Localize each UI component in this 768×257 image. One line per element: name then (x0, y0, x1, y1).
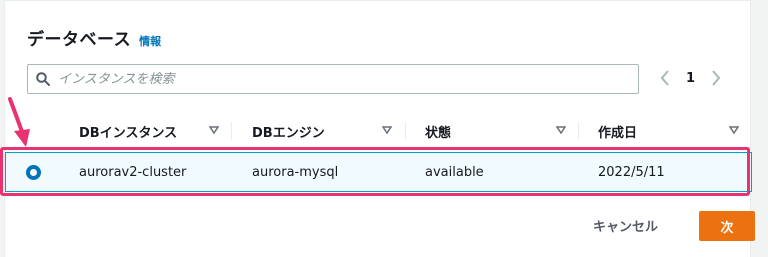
search-box[interactable] (27, 64, 639, 94)
sort-caret-icon[interactable] (209, 125, 219, 135)
table-row[interactable]: aurorav2-cluster aurora-mysql available … (5, 152, 752, 192)
column-divider (405, 122, 406, 140)
panel-header: データベース 情報 (27, 25, 161, 50)
database-panel: データベース 情報 1 DBインスタンス DBエンジン (4, 0, 755, 257)
column-header-status[interactable]: 状態 (425, 114, 566, 148)
column-header-db-instance[interactable]: DBインスタンス (79, 114, 219, 148)
row-radio-button[interactable] (26, 165, 41, 180)
cancel-button[interactable]: キャンセル (593, 216, 658, 235)
pagination: 1 (660, 70, 721, 86)
column-divider (231, 122, 232, 140)
column-label: DBインスタンス (79, 125, 178, 141)
sort-caret-icon[interactable] (382, 125, 392, 135)
annotation-arrow-icon (8, 97, 30, 147)
column-header-db-engine[interactable]: DBエンジン (252, 114, 392, 148)
next-button[interactable]: 次 (699, 211, 755, 241)
column-label: 状態 (425, 125, 452, 141)
sort-caret-icon[interactable] (729, 125, 739, 135)
info-link[interactable]: 情報 (139, 33, 161, 49)
sort-caret-icon[interactable] (556, 125, 566, 135)
cell-db-instance[interactable]: aurorav2-cluster (79, 153, 186, 191)
chevron-left-icon[interactable] (660, 70, 670, 86)
panel-divider (5, 0, 750, 1)
column-label: DBエンジン (252, 125, 325, 141)
search-input[interactable] (58, 71, 618, 87)
current-page[interactable]: 1 (686, 71, 695, 86)
cell-created: 2022/5/11 (598, 164, 665, 180)
cell-status: available (425, 164, 484, 180)
cell-db-engine: aurora-mysql (252, 164, 339, 180)
table-header: DBインスタンス DBエンジン 状態 作成日 (5, 114, 752, 148)
search-icon (36, 72, 50, 86)
column-divider (578, 122, 579, 140)
column-header-created[interactable]: 作成日 (598, 114, 739, 148)
column-label: 作成日 (598, 125, 638, 141)
chevron-right-icon[interactable] (711, 70, 721, 86)
panel-title: データベース (27, 30, 132, 50)
